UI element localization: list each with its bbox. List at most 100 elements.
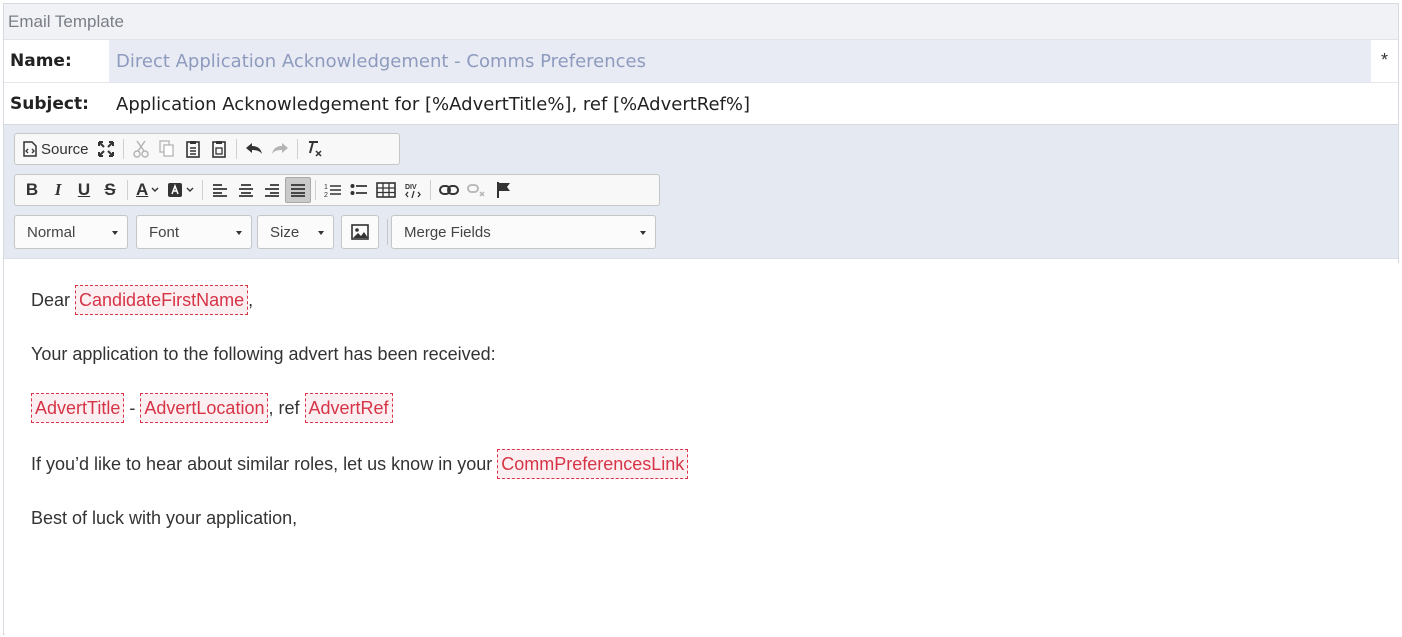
body-paragraph: Dear CandidateFirstName, xyxy=(31,285,1399,315)
svg-text:DIV: DIV xyxy=(405,184,417,191)
align-right-icon xyxy=(265,184,280,197)
div-container-button[interactable]: DIV xyxy=(400,177,426,203)
greeting-prefix: Dear xyxy=(31,290,71,310)
font-select[interactable]: Font xyxy=(136,215,252,249)
copy-icon xyxy=(158,140,174,157)
greeting-suffix: , xyxy=(248,290,254,310)
name-field[interactable]: Direct Application Acknowledgement - Com… xyxy=(109,40,1371,82)
background-color-icon xyxy=(168,183,183,197)
body-paragraph: AdvertTitle - AdvertLocation, ref Advert… xyxy=(31,393,1399,423)
table-button[interactable] xyxy=(372,177,400,203)
merge-field-candidate-first-name[interactable]: CandidateFirstName xyxy=(75,285,249,315)
toolbar-separator xyxy=(235,139,237,159)
link-icon xyxy=(439,185,460,195)
copy-button[interactable] xyxy=(154,136,180,162)
email-body-editor[interactable]: Dear CandidateFirstName, Your applicatio… xyxy=(5,263,1399,635)
paste-icon xyxy=(185,141,200,158)
merge-fields-select[interactable]: Merge Fields xyxy=(391,215,656,249)
size-select-value: Size xyxy=(270,223,300,241)
chevron-down-icon xyxy=(236,231,242,235)
svg-text:2: 2 xyxy=(324,192,328,198)
maximize-button[interactable] xyxy=(93,136,119,162)
chevron-down-icon xyxy=(318,231,324,235)
align-left-button[interactable] xyxy=(207,177,233,203)
subject-label: Subject: xyxy=(10,93,89,114)
image-icon xyxy=(351,224,369,240)
flag-icon xyxy=(497,182,511,198)
cut-button[interactable] xyxy=(128,136,154,162)
source-button[interactable]: Source xyxy=(19,136,93,162)
body-text: Your application to the following advert… xyxy=(31,344,496,364)
italic-button[interactable]: I xyxy=(45,177,71,203)
paste-from-word-button[interactable] xyxy=(206,136,232,162)
bold-button[interactable]: B xyxy=(19,177,45,203)
toolbar-separator xyxy=(202,180,204,200)
body-paragraph: Best of luck with your application, xyxy=(31,505,1399,531)
name-row: Name: Direct Application Acknowledgement… xyxy=(4,40,1398,83)
undo-icon xyxy=(245,143,262,154)
name-label: Name: xyxy=(10,51,72,71)
background-color-button[interactable] xyxy=(163,177,198,203)
strikethrough-button[interactable]: S xyxy=(97,177,123,203)
redo-button[interactable] xyxy=(267,136,293,162)
align-left-icon xyxy=(213,184,228,197)
paste-button[interactable] xyxy=(180,136,206,162)
maximize-icon xyxy=(97,141,114,157)
text-color-label: A xyxy=(136,180,149,199)
merge-fields-select-value: Merge Fields xyxy=(404,223,491,241)
body-text: , ref xyxy=(268,398,300,418)
size-select[interactable]: Size xyxy=(257,215,334,249)
merge-field-advert-location[interactable]: AdvertLocation xyxy=(140,393,269,423)
font-select-value: Font xyxy=(149,223,180,241)
numbered-list-button[interactable]: 12 xyxy=(320,177,346,203)
toolbar-separator xyxy=(387,219,388,245)
align-center-button[interactable] xyxy=(233,177,259,203)
body-text: If you’d like to hear about similar role… xyxy=(31,454,493,474)
justify-button[interactable] xyxy=(285,177,312,203)
remove-format-button[interactable] xyxy=(302,136,328,162)
chevron-down-icon xyxy=(151,187,159,192)
editor-toolbar: Source B I U S A 1 2 DIV Normal Font Siz… xyxy=(4,125,1398,259)
merge-field-comm-preferences-link[interactable]: CommPreferencesLink xyxy=(497,449,689,479)
unlink-icon xyxy=(467,184,485,197)
format-select[interactable]: Normal xyxy=(14,215,128,249)
align-center-icon xyxy=(239,184,254,197)
toolbar-separator xyxy=(296,139,298,159)
toolbar-group-formatting: B I U S A 1 2 DIV xyxy=(14,174,660,206)
toolbar-separator xyxy=(122,139,124,159)
justify-icon xyxy=(291,184,306,197)
body-paragraph: If you’d like to hear about similar role… xyxy=(31,449,1399,479)
undo-button[interactable] xyxy=(241,136,267,162)
cut-icon xyxy=(132,140,149,158)
underline-button[interactable]: U xyxy=(71,177,97,203)
svg-text:1: 1 xyxy=(324,184,328,191)
chevron-down-icon xyxy=(112,231,118,235)
anchor-button[interactable] xyxy=(491,177,517,203)
format-select-value: Normal xyxy=(27,223,76,241)
paste-word-icon xyxy=(211,141,226,158)
merge-field-advert-ref[interactable]: AdvertRef xyxy=(304,393,393,423)
toolbar-separator xyxy=(127,180,128,200)
redo-icon xyxy=(271,143,288,154)
text-color-button[interactable]: A xyxy=(132,177,163,203)
source-icon xyxy=(23,141,37,157)
email-template-panel: Email Template Name: Direct Application … xyxy=(3,3,1399,635)
table-icon xyxy=(376,182,397,198)
subject-row: Subject: Application Acknowledgement for… xyxy=(4,83,1398,125)
body-text: Best of luck with your application, xyxy=(31,508,298,528)
bulleted-list-button[interactable] xyxy=(346,177,372,203)
chevron-down-icon xyxy=(640,231,646,235)
body-paragraph: Your application to the following advert… xyxy=(31,341,1399,367)
merge-field-advert-title[interactable]: AdvertTitle xyxy=(31,393,125,423)
insert-image-button[interactable] xyxy=(341,215,379,249)
subject-field[interactable]: Application Acknowledgement for [%Advert… xyxy=(109,83,750,125)
toolbar-separator xyxy=(315,180,317,200)
panel-title: Email Template xyxy=(4,4,1398,40)
unlink-button[interactable] xyxy=(463,177,491,203)
bulleted-list-icon xyxy=(350,184,368,195)
body-text: - xyxy=(129,398,136,418)
div-icon: DIV xyxy=(405,184,422,199)
required-marker: * xyxy=(1380,50,1388,70)
link-button[interactable] xyxy=(435,177,463,203)
align-right-button[interactable] xyxy=(259,177,285,203)
